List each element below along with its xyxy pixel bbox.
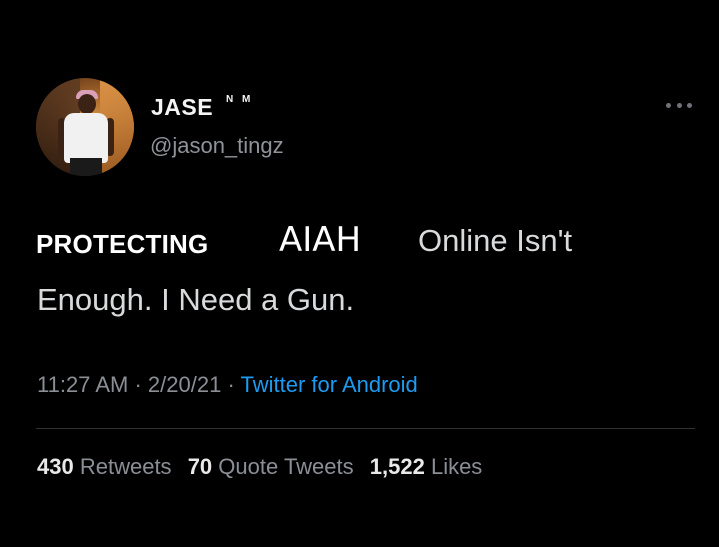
avatar[interactable] <box>36 78 134 176</box>
tweet-card: JASE N M @jason_tingz PROTECTING AIAH On… <box>0 0 719 547</box>
likes-stat[interactable]: 1,522 Likes <box>370 454 483 480</box>
user-handle[interactable]: @jason_tingz <box>150 133 284 159</box>
tweet-text-line-2: Enough. I Need a Gun. <box>37 282 355 317</box>
meta-separator: · <box>227 372 235 397</box>
more-icon-dot <box>676 102 682 108</box>
quote-tweets-label: Quote Tweets <box>218 454 354 479</box>
tweet-source-link[interactable]: Twitter for Android <box>240 372 417 397</box>
display-name-suffix[interactable]: N M <box>226 94 253 105</box>
more-icon[interactable] <box>666 98 692 112</box>
quote-tweets-count: 70 <box>187 454 213 479</box>
retweets-count: 430 <box>37 454 74 479</box>
display-name[interactable]: JASE <box>151 94 213 121</box>
divider <box>36 428 695 429</box>
overlay-text-protecting: PROTECTING <box>36 229 209 259</box>
tweet-text-line-1: Online Isn't <box>418 223 573 258</box>
tweet-date[interactable]: 2/20/21 <box>148 372 221 397</box>
retweets-stat[interactable]: 430 Retweets <box>37 454 172 480</box>
avatar-legs <box>70 158 102 176</box>
likes-label: Likes <box>430 454 483 479</box>
overlay-text-name: AIAH <box>279 220 362 260</box>
retweets-label: Retweets <box>79 454 172 479</box>
avatar-shirt <box>64 113 108 163</box>
more-icon-dot <box>666 102 671 108</box>
tweet-meta: 11:27 AM · 2/20/21 · Twitter for Android <box>37 372 418 398</box>
more-icon-dot <box>687 102 692 108</box>
tweet-time[interactable]: 11:27 AM <box>37 372 128 397</box>
engagement-stats: 430 Retweets 70 Quote Tweets 1,522 Likes <box>37 454 492 480</box>
avatar-head <box>78 94 96 114</box>
likes-count: 1,522 <box>369 454 425 479</box>
quote-tweets-stat[interactable]: 70 Quote Tweets <box>188 454 354 480</box>
meta-separator: · <box>134 372 142 397</box>
